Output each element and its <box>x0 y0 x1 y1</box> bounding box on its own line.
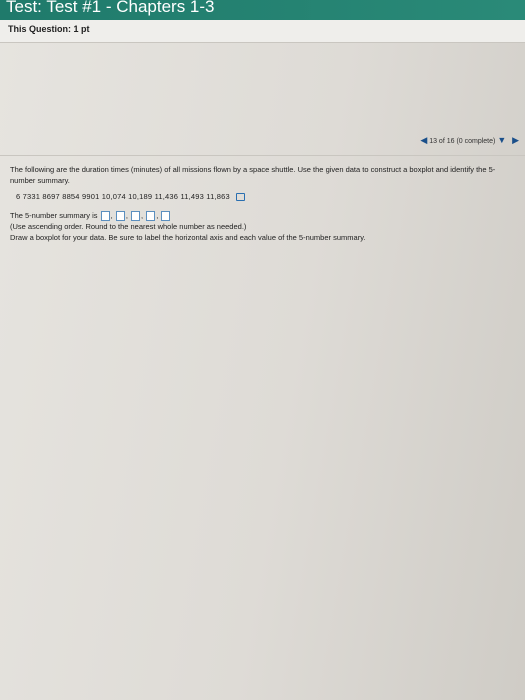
summary-prefix: The 5-number summary is <box>10 211 98 220</box>
question-content: The following are the duration times (mi… <box>10 164 515 243</box>
rounding-instruction: (Use ascending order. Round to the neare… <box>10 222 247 232</box>
question-navigation: ◀ 13 of 16 (0 complete) ▼ ▶ <box>420 135 519 146</box>
copy-data-icon[interactable] <box>236 193 246 202</box>
summary-input-max[interactable] <box>161 211 171 222</box>
question-prompt: The following are the duration times (mi… <box>10 165 496 185</box>
divider <box>0 155 525 156</box>
summary-input-median[interactable] <box>131 211 140 222</box>
question-points-label: This Question: 1 pt <box>8 24 90 34</box>
separator: , <box>125 211 128 220</box>
next-question-icon[interactable]: ▶ <box>512 135 519 145</box>
data-values-row: 6 7331 8697 8854 9901 10,074 10,189 11,4… <box>16 191 515 202</box>
question-progress-text: 13 of 16 (0 complete) <box>429 138 496 145</box>
test-title: Test: Test #1 - Chapters 1-3 <box>6 0 215 16</box>
previous-question-icon[interactable]: ◀ <box>420 135 427 145</box>
five-number-summary-line: The 5-number summary is , , , , <box>10 210 515 222</box>
test-title-bar: Test: Test #1 - Chapters 1-3 <box>0 0 525 20</box>
question-info-bar: This Question: 1 pt <box>0 20 525 43</box>
summary-input-q3[interactable] <box>146 211 156 222</box>
separator: , <box>141 211 144 220</box>
separator: , <box>110 211 113 220</box>
question-dropdown-icon[interactable]: ▼ <box>497 135 506 145</box>
screen: Test: Test #1 - Chapters 1-3 This Questi… <box>0 0 525 700</box>
boxplot-instruction: Draw a boxplot for your data. Be sure to… <box>10 233 366 243</box>
summary-input-min[interactable] <box>100 211 110 222</box>
summary-input-q1[interactable] <box>115 211 125 222</box>
separator: , <box>156 211 159 220</box>
data-values: 6 7331 8697 8854 9901 10,074 10,189 11,4… <box>16 192 230 201</box>
